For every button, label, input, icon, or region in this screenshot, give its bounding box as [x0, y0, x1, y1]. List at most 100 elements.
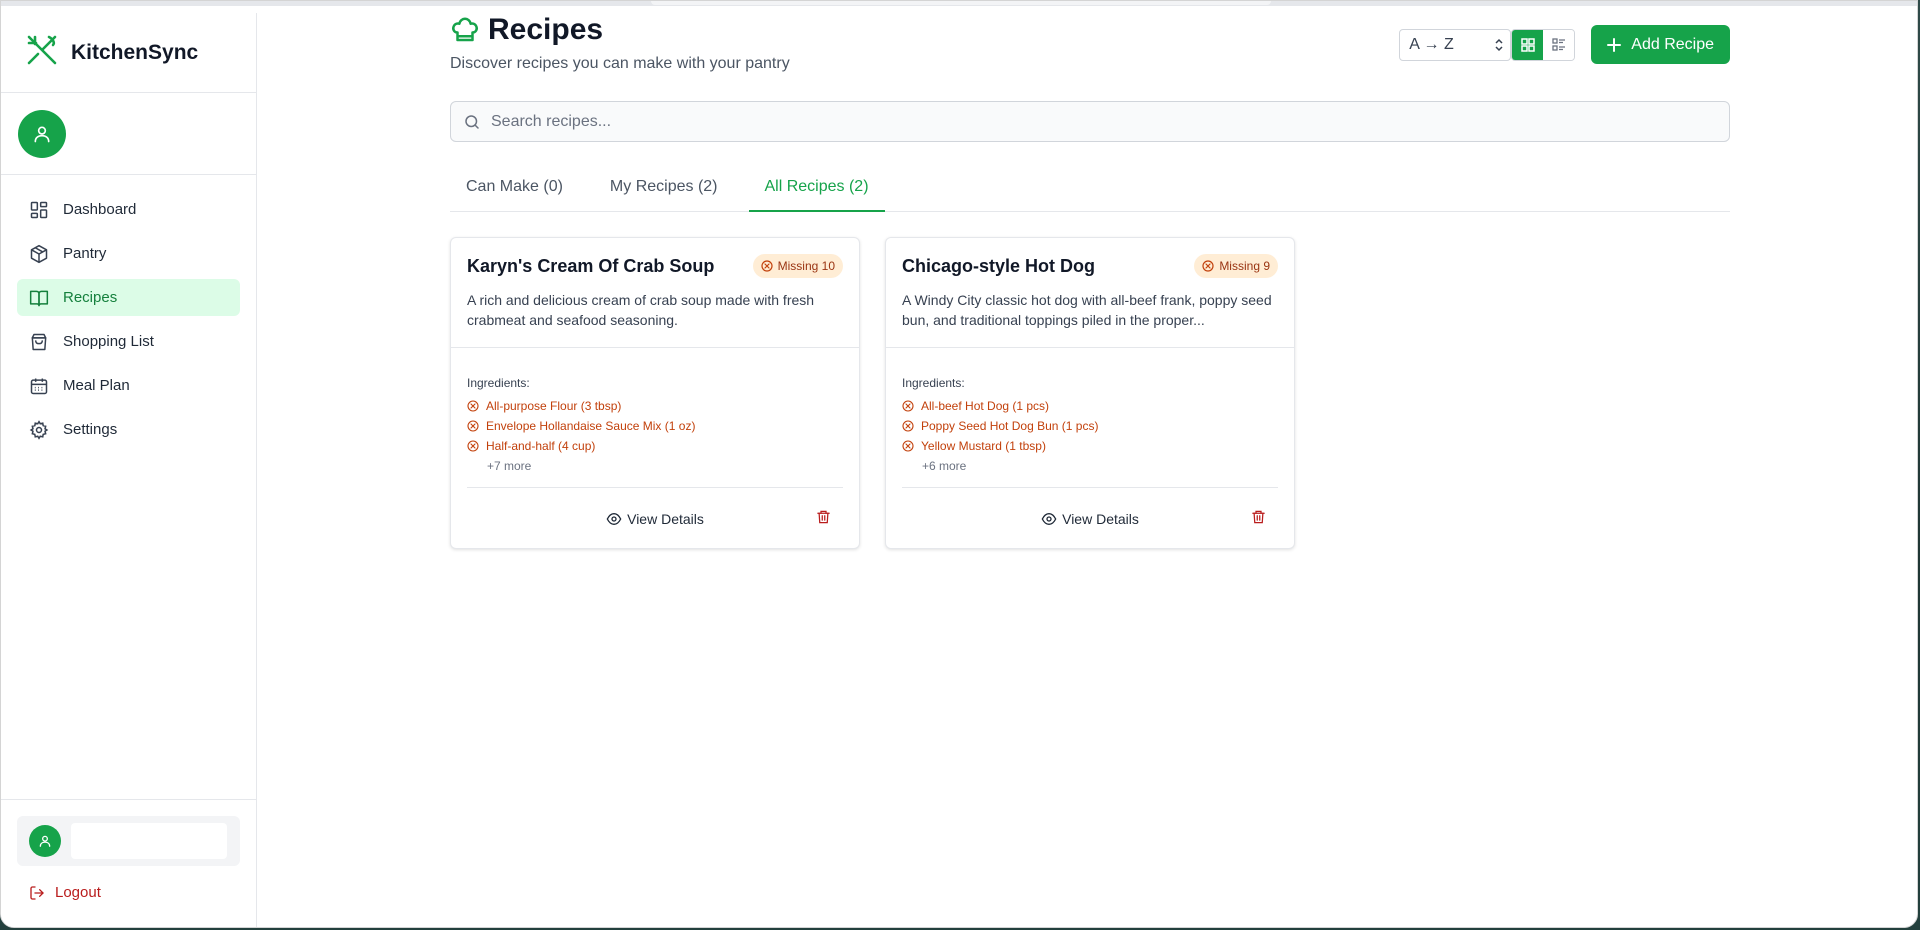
page-header: Recipes Discover recipes you can make wi…: [450, 13, 1730, 83]
view-details-button[interactable]: View Details: [606, 511, 704, 527]
tab-can-make[interactable]: Can Make (0): [450, 164, 579, 212]
user-icon: [34, 125, 50, 142]
recipe-description: A rich and delicious cream of crab soup …: [467, 292, 815, 328]
card-header: Chicago-style Hot Dog Missing 9 A Windy …: [886, 238, 1294, 348]
book-icon: [29, 290, 49, 306]
sidebar-nav: Dashboard Pantry Recipes Shopping List M…: [1, 175, 256, 471]
card-footer: View Details: [467, 487, 843, 549]
ingredient-text: Poppy Seed Hot Dog Bun (1 pcs): [921, 419, 1099, 433]
card-title-row: Karyn's Cream Of Crab Soup Missing 10: [467, 254, 843, 278]
view-details-button[interactable]: View Details: [1041, 511, 1139, 527]
ingredient-text: All-purpose Flour (3 tbsp): [486, 399, 622, 413]
updown-chevron-icon: [1495, 38, 1503, 51]
ingredient-item: Yellow Mustard (1 tbsp): [902, 436, 1278, 456]
chef-hat-icon: [452, 17, 478, 42]
recipe-card[interactable]: Chicago-style Hot Dog Missing 9 A Windy …: [885, 237, 1295, 549]
delete-recipe-button[interactable]: [816, 509, 831, 530]
profile-area: [1, 93, 256, 175]
x-circle-icon: [902, 400, 914, 412]
card-footer: View Details: [902, 487, 1278, 549]
grid-icon: [1521, 37, 1535, 52]
ingredient-text: Yellow Mustard (1 tbsp): [921, 439, 1046, 453]
delete-recipe-button[interactable]: [1251, 509, 1266, 530]
trash-icon: [817, 510, 830, 524]
sidebar-item-label: Pantry: [63, 245, 107, 262]
sort-select[interactable]: A → Z: [1399, 28, 1512, 61]
eye-icon: [606, 512, 622, 525]
logout-button[interactable]: Logout: [17, 884, 240, 901]
ingredients-label: Ingredients:: [902, 376, 965, 390]
sidebar-item-label: Shopping List: [63, 333, 154, 350]
list-view-button[interactable]: [1543, 29, 1575, 60]
window-top-bar: [1, 1, 1917, 6]
user-icon: [39, 835, 51, 847]
grid-view-button[interactable]: [1512, 29, 1544, 60]
user-name-placeholder: [71, 823, 227, 859]
sidebar-item-meal-plan[interactable]: Meal Plan: [17, 367, 240, 404]
x-circle-icon: [467, 420, 479, 432]
calendar-icon: [30, 378, 48, 394]
sidebar-item-dashboard[interactable]: Dashboard: [17, 191, 240, 228]
box-icon: [30, 244, 48, 263]
card-title-row: Chicago-style Hot Dog Missing 9: [902, 254, 1278, 278]
ingredient-item: Envelope Hollandaise Sauce Mix (1 oz): [467, 416, 843, 436]
card-ingredients: Ingredients: All-purpose Flour (3 tbsp) …: [451, 348, 859, 476]
sort-value: A → Z: [1409, 35, 1454, 53]
search-input[interactable]: [491, 112, 1691, 131]
brand[interactable]: KitchenSync: [1, 13, 256, 93]
card-header: Karyn's Cream Of Crab Soup Missing 10 A …: [451, 238, 859, 348]
missing-count: Missing 9: [1219, 259, 1270, 273]
missing-count: Missing 10: [777, 259, 835, 273]
list-icon: [1552, 37, 1565, 51]
ingredient-item: All-purpose Flour (3 tbsp): [467, 396, 843, 416]
add-recipe-label: Add Recipe: [1631, 35, 1714, 53]
recipe-grid: Karyn's Cream Of Crab Soup Missing 10 A …: [450, 237, 1730, 549]
eye-icon: [1041, 512, 1057, 525]
recipe-description: A Windy City classic hot dog with all-be…: [902, 292, 1272, 328]
x-circle-icon: [761, 260, 773, 272]
user-card[interactable]: [17, 816, 240, 866]
x-circle-icon: [467, 440, 479, 452]
sidebar-item-shopping-list[interactable]: Shopping List: [17, 323, 240, 360]
utensils-logo-icon: [25, 33, 59, 72]
sidebar: KitchenSync Dashboard Pantry Recipes Sho…: [1, 13, 257, 927]
more-ingredients: +7 more: [487, 459, 532, 473]
header-controls: A → Z Add Recipe: [1399, 25, 1730, 64]
add-recipe-button[interactable]: Add Recipe: [1591, 25, 1730, 64]
search-icon: [465, 114, 479, 129]
window-drag-handle[interactable]: [651, 1, 1271, 5]
ingredient-text: Envelope Hollandaise Sauce Mix (1 oz): [486, 419, 696, 433]
x-circle-icon: [902, 440, 914, 452]
view-details-label: View Details: [1062, 510, 1139, 527]
avatar[interactable]: [18, 109, 66, 158]
page-title-text: Recipes: [488, 13, 604, 46]
ingredients-label: Ingredients:: [467, 376, 530, 390]
logout-label: Logout: [55, 884, 101, 901]
recipe-tabs: Can Make (0) My Recipes (2) All Recipes …: [450, 164, 1730, 212]
recipe-title: Chicago-style Hot Dog: [902, 255, 1096, 276]
tab-all-recipes[interactable]: All Recipes (2): [748, 164, 885, 212]
recipe-card[interactable]: Karyn's Cream Of Crab Soup Missing 10 A …: [450, 237, 860, 549]
tab-my-recipes[interactable]: My Recipes (2): [594, 164, 734, 212]
recipe-title: Karyn's Cream Of Crab Soup: [467, 255, 715, 276]
ingredient-text: Half-and-half (4 cup): [486, 439, 596, 453]
sidebar-item-label: Meal Plan: [63, 377, 130, 394]
more-ingredients: +6 more: [922, 459, 967, 473]
sidebar-item-pantry[interactable]: Pantry: [17, 235, 240, 272]
search-bar: [450, 101, 1730, 142]
gear-icon: [29, 419, 49, 440]
page-title: Recipes: [450, 13, 603, 47]
missing-badge: Missing 9: [1194, 254, 1278, 278]
page-subtitle: Discover recipes you can make with your …: [450, 55, 790, 72]
x-circle-icon: [1202, 260, 1214, 272]
sidebar-item-label: Recipes: [63, 289, 118, 306]
sidebar-item-recipes[interactable]: Recipes: [17, 279, 240, 316]
logout-icon: [30, 885, 44, 900]
bag-icon: [31, 333, 47, 350]
plus-icon: [1607, 37, 1622, 52]
view-toggle: [1511, 28, 1576, 61]
sidebar-item-settings[interactable]: Settings: [17, 411, 240, 448]
ingredient-item: All-beef Hot Dog (1 pcs): [902, 396, 1278, 416]
trash-icon: [1252, 510, 1265, 524]
main-content: Recipes Discover recipes you can make wi…: [450, 13, 1730, 549]
